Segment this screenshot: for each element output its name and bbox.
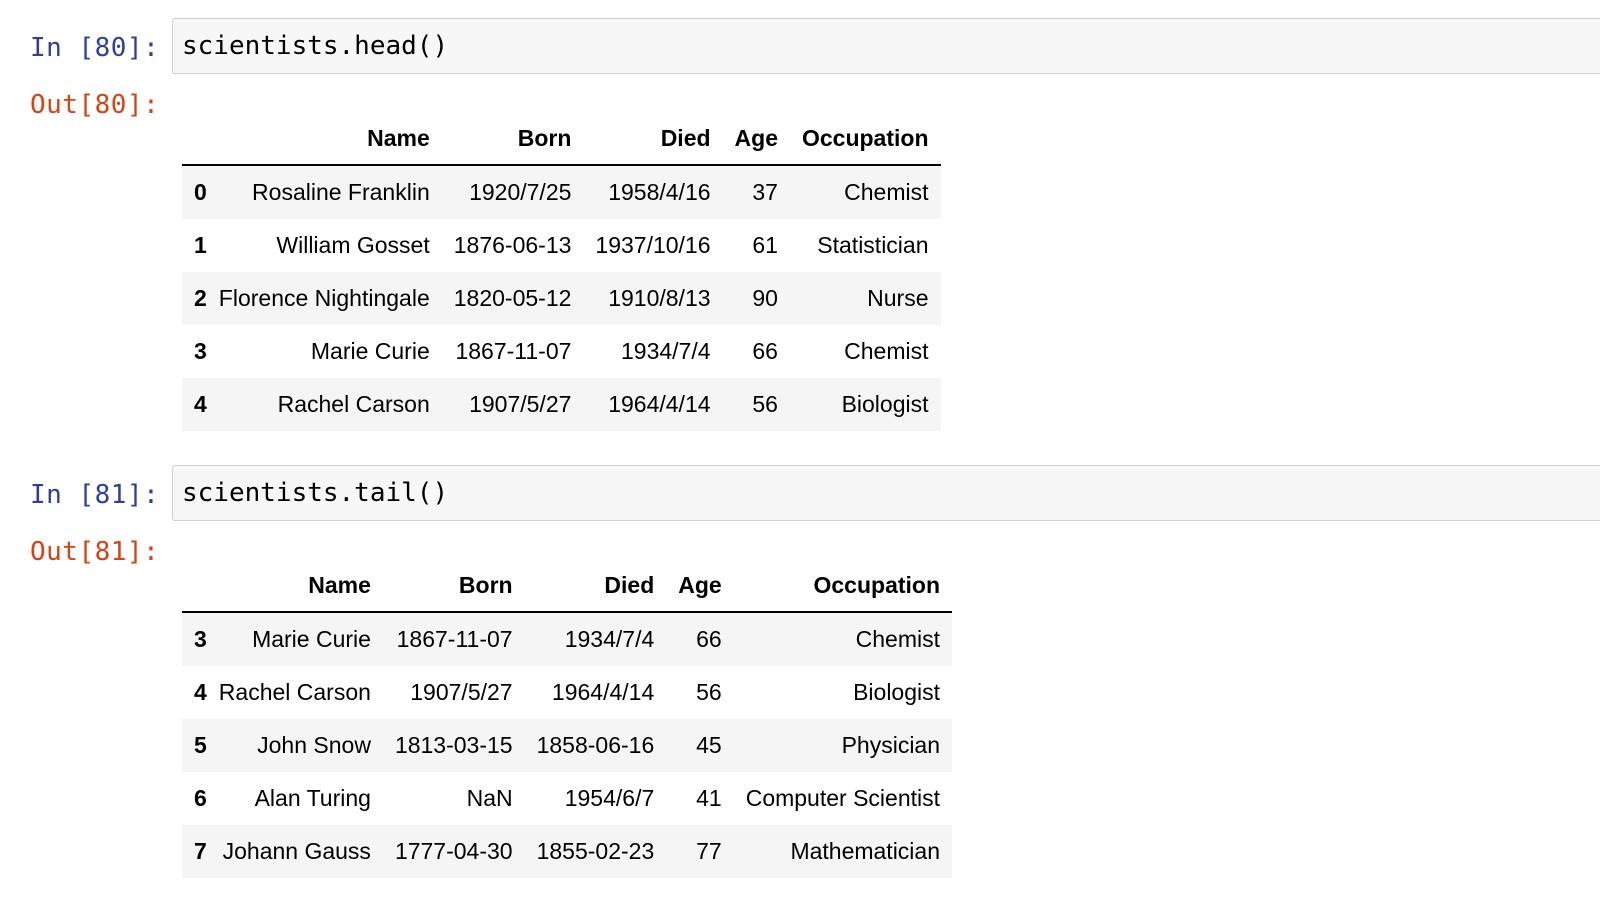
column-header-died: Died	[524, 559, 667, 613]
cell-occupation: Nurse	[867, 285, 929, 311]
row-index: 3	[194, 338, 207, 364]
cell-died: 1958/4/16	[608, 179, 711, 205]
table-body: 3 Marie Curie 1867-11-07 1934/7/4 66 Che…	[182, 612, 953, 878]
cell-born: 1867-11-07	[455, 338, 572, 364]
code-input-area[interactable]: scientists.tail()	[172, 465, 1600, 521]
cell-born: 1907/5/27	[469, 391, 572, 417]
column-header-name: Name	[206, 112, 442, 166]
row-index: 0	[194, 179, 207, 205]
cell-occupation: Chemist	[855, 626, 941, 652]
cell-occupation: Biologist	[841, 391, 929, 417]
table-row: 5 John Snow 1813-03-15 1858-06-16 45 Phy…	[182, 719, 953, 772]
cell-name: John Snow	[257, 732, 371, 758]
column-header-age: Age	[666, 559, 734, 613]
header-row: Name Born Died Age Occupation	[182, 112, 941, 166]
row-index: 5	[194, 732, 207, 758]
cell-name: Marie Curie	[310, 338, 430, 364]
cell-age: 61	[752, 232, 778, 258]
cell-born: 1907/5/27	[410, 679, 513, 705]
row-index: 7	[194, 838, 207, 864]
cell-age: 56	[696, 679, 722, 705]
cell-name: Rachel Carson	[218, 679, 371, 705]
table-body: 0 Rosaline Franklin 1920/7/25 1958/4/16 …	[182, 165, 941, 431]
cell-died: 1934/7/4	[564, 626, 655, 652]
cell-name: William Gosset	[276, 232, 430, 258]
cell-born: NaN	[466, 785, 513, 811]
row-index: 4	[194, 391, 207, 417]
cell-died: 1934/7/4	[621, 338, 711, 364]
dataframe-output-table: Name Born Died Age Occupation 0 Rosaline…	[182, 112, 941, 431]
cell-age: 77	[696, 838, 722, 864]
cell-died: 1964/4/14	[608, 391, 711, 417]
table-row: 4 Rachel Carson 1907/5/27 1964/4/14 56 B…	[182, 378, 941, 431]
cell-died: 1858-06-16	[536, 732, 655, 758]
cell-born: 1813-03-15	[394, 732, 513, 758]
cell-occupation: Biologist	[853, 679, 941, 705]
table-row: 4 Rachel Carson 1907/5/27 1964/4/14 56 B…	[182, 666, 953, 719]
cell-died: 1964/4/14	[551, 679, 655, 705]
cell-age: 66	[752, 338, 778, 364]
cell-name: Rosaline Franklin	[252, 179, 430, 205]
cell-age: 56	[752, 391, 778, 417]
row-index: 4	[194, 679, 207, 705]
row-index: 6	[194, 785, 207, 811]
row-index: 1	[194, 232, 207, 258]
cell-occupation: Chemist	[844, 179, 929, 205]
table-row: 1 William Gosset 1876-06-13 1937/10/16 6…	[182, 219, 941, 272]
cell-born: 1876-06-13	[453, 232, 572, 258]
column-header-died: Died	[583, 112, 723, 166]
cell-occupation: Physician	[841, 732, 941, 758]
cell-name: Rachel Carson	[277, 391, 430, 417]
input-prompt: In [81]:	[30, 480, 160, 510]
column-header-index	[182, 112, 207, 166]
table-row: 0 Rosaline Franklin 1920/7/25 1958/4/16 …	[182, 165, 941, 219]
code-text[interactable]: scientists.head()	[182, 31, 448, 61]
cell-died: 1910/8/13	[608, 285, 711, 311]
cell-age: 45	[696, 732, 722, 758]
column-header-occupation: Occupation	[789, 112, 941, 166]
cell-age: 66	[696, 626, 722, 652]
code-input-area[interactable]: scientists.head()	[172, 18, 1600, 74]
table-header: Name Born Died Age Occupation	[182, 559, 953, 613]
cell-born: 1777-04-30	[394, 838, 513, 864]
table-row: 3 Marie Curie 1867-11-07 1934/7/4 66 Che…	[182, 325, 941, 378]
code-text[interactable]: scientists.tail()	[182, 478, 448, 508]
output-prompt: Out[80]:	[30, 90, 160, 120]
table-row: 3 Marie Curie 1867-11-07 1934/7/4 66 Che…	[182, 612, 953, 666]
dataframe-output-table: Name Born Died Age Occupation 3 Marie Cu…	[182, 559, 953, 878]
output-prompt: Out[81]:	[30, 537, 160, 567]
cell-died: 1855-02-23	[536, 838, 655, 864]
table-row: 6 Alan Turing NaN 1954/6/7 41 Computer S…	[182, 772, 953, 825]
column-header-born: Born	[382, 559, 525, 613]
cell-occupation: Mathematician	[790, 838, 941, 864]
row-index: 2	[194, 285, 207, 311]
cell-age: 37	[752, 179, 778, 205]
table-row: 2 Florence Nightingale 1820-05-12 1910/8…	[182, 272, 941, 325]
table-row: 7 Johann Gauss 1777-04-30 1855-02-23 77 …	[182, 825, 953, 878]
cell-age: 90	[752, 285, 778, 311]
cell-occupation: Computer Scientist	[745, 785, 941, 811]
cell-born: 1867-11-07	[396, 626, 513, 652]
input-prompt: In [80]:	[30, 33, 160, 63]
header-row: Name Born Died Age Occupation	[182, 559, 953, 613]
cell-age: 41	[696, 785, 722, 811]
column-header-index	[182, 559, 207, 613]
cell-occupation: Chemist	[844, 338, 929, 364]
cell-born: 1920/7/25	[469, 179, 572, 205]
column-header-name: Name	[206, 559, 383, 613]
cell-born: 1820-05-12	[453, 285, 572, 311]
cell-occupation: Statistician	[817, 232, 929, 258]
column-header-born: Born	[441, 112, 584, 166]
cell-name: Johann Gauss	[222, 838, 371, 864]
table-header: Name Born Died Age Occupation	[182, 112, 941, 166]
cell-name: Marie Curie	[252, 626, 371, 652]
column-header-occupation: Occupation	[733, 559, 953, 613]
cell-died: 1937/10/16	[595, 232, 711, 258]
cell-died: 1954/6/7	[564, 785, 655, 811]
cell-name: Florence Nightingale	[218, 285, 430, 311]
row-index: 3	[194, 626, 207, 652]
cell-name: Alan Turing	[254, 785, 371, 811]
column-header-age: Age	[722, 112, 790, 166]
